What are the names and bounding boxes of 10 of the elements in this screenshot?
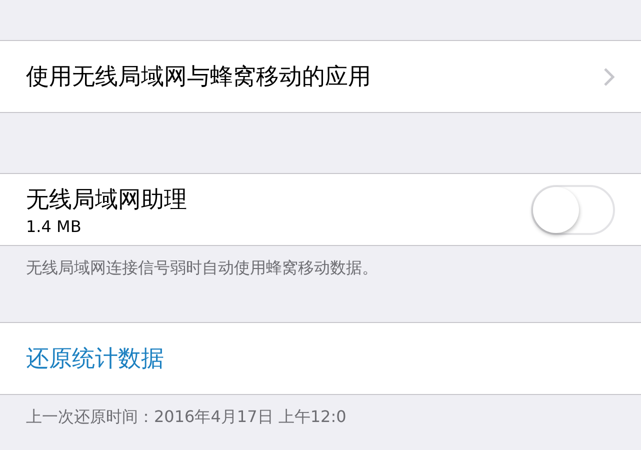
row-label: 使用无线局域网与蜂窝移动的应用 xyxy=(26,63,371,92)
chevron-icon xyxy=(603,66,615,86)
reset-link[interactable]: 还原统计数据 xyxy=(26,343,164,374)
action-row[interactable]: 还原统计数据 xyxy=(0,322,641,395)
data-usage: 1.4 MB xyxy=(26,216,82,236)
footer-note: 上一次还原时间：2016年4月17日 上午12:0 xyxy=(26,407,346,426)
footer-note: 无线局域网连接信号弱时自动使用蜂窝移动数据。 xyxy=(26,258,378,277)
settings-row[interactable]: 使用无线局域网与蜂窝移动的应用 xyxy=(0,40,641,113)
toggle-switch[interactable] xyxy=(531,184,615,234)
row-label: 无线局域网助理 xyxy=(26,186,187,214)
